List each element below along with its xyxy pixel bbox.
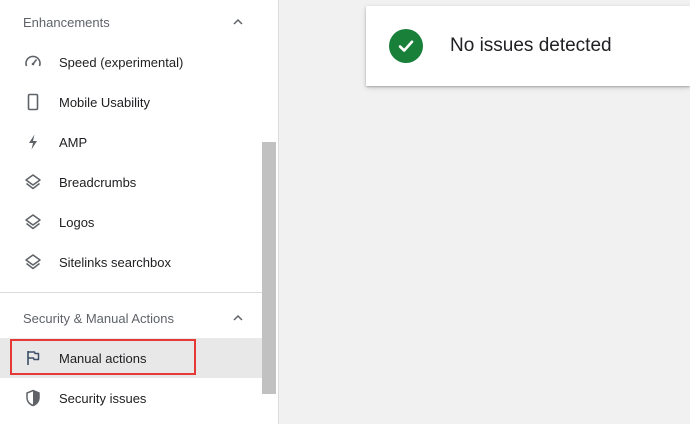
nav-item-label: Security issues [59, 390, 147, 406]
nav-item-amp[interactable]: AMP [0, 122, 262, 162]
status-card: No issues detected [366, 6, 690, 86]
nav-item-label: Breadcrumbs [59, 174, 137, 190]
nav-item-breadcrumbs[interactable]: Breadcrumbs [0, 162, 262, 202]
nav-item-logos[interactable]: Logos [0, 202, 262, 242]
smartphone-icon [24, 93, 42, 111]
layers-icon [24, 173, 42, 191]
section-title-enhancements: Enhancements [23, 14, 110, 30]
nav-item-label: Sitelinks searchbox [59, 254, 171, 270]
nav-item-speed[interactable]: Speed (experimental) [0, 42, 262, 82]
shield-icon [24, 389, 42, 407]
section-divider [0, 292, 262, 293]
nav-item-mobile-usability[interactable]: Mobile Usability [0, 82, 262, 122]
nav-item-security-issues[interactable]: Security issues [0, 378, 262, 418]
lightning-bolt-icon [24, 133, 42, 151]
nav-item-label: Mobile Usability [59, 94, 151, 110]
nav-item-sitelinks-searchbox[interactable]: Sitelinks searchbox [0, 242, 262, 282]
nav-item-label: Logos [59, 214, 95, 230]
check-circle-icon [389, 29, 423, 63]
flag-icon [24, 349, 42, 367]
sidebar-scrollbar-thumb[interactable] [262, 142, 276, 394]
chevron-up-icon[interactable] [232, 312, 244, 324]
sidebar: Enhancements Speed (experimental) Mobile… [0, 0, 262, 424]
nav-item-manual-actions[interactable]: Manual actions [0, 338, 262, 378]
layers-icon [24, 213, 42, 231]
section-header-enhancements[interactable]: Enhancements [0, 2, 262, 42]
nav-item-label: Speed (experimental) [59, 54, 184, 70]
nav-item-label: AMP [59, 134, 88, 150]
status-text: No issues detected [450, 35, 612, 56]
section-title-security: Security & Manual Actions [23, 310, 175, 326]
nav-item-label: Manual actions [59, 350, 147, 366]
section-header-security[interactable]: Security & Manual Actions [0, 298, 262, 338]
chevron-up-icon[interactable] [232, 16, 244, 28]
layers-icon [24, 253, 42, 271]
speedometer-icon [24, 53, 42, 71]
